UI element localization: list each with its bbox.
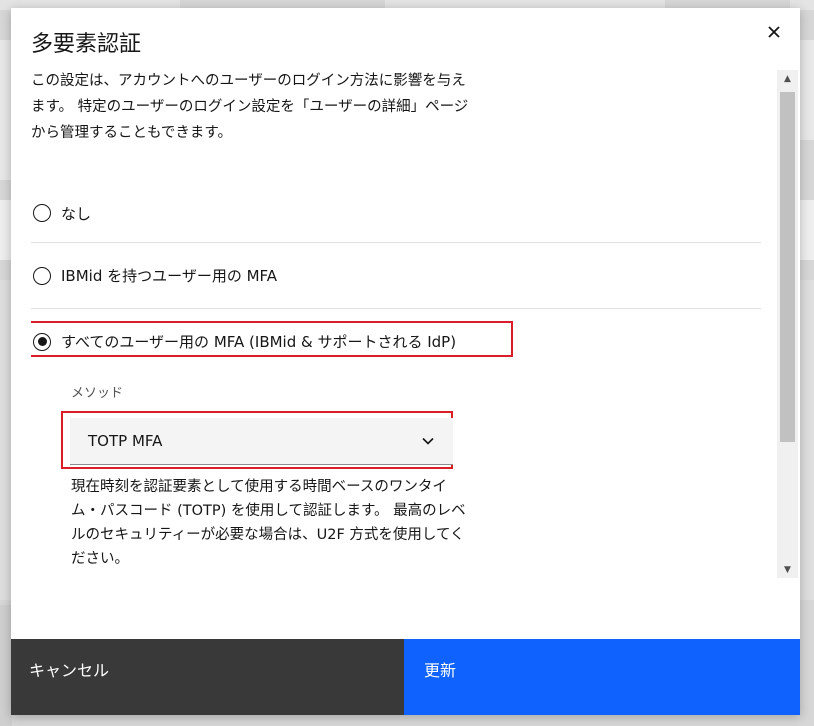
radio-button-selected[interactable] xyxy=(33,332,51,351)
update-button[interactable]: 更新 xyxy=(404,639,800,715)
background-fragment xyxy=(800,200,814,260)
radio-option-ibmid-mfa[interactable]: IBMid を持つユーザー用の MFA xyxy=(31,243,761,309)
radio-label: IBMid を持つユーザー用の MFA xyxy=(61,267,278,285)
mfa-modal: 多要素認証 この設定は、アカウントへのユーザーのログイン方法に影響を与えます。 … xyxy=(11,8,800,715)
method-help-text: 現在時刻を認証要素として使用する時間ベースのワンタイム・パスコード (TOTP)… xyxy=(71,479,466,567)
modal-title: 多要素認証 xyxy=(31,32,142,57)
scrollbar[interactable]: ▲ ▼ xyxy=(777,70,798,578)
close-icon xyxy=(768,26,780,38)
chevron-down-icon xyxy=(422,437,434,445)
modal-description: この設定は、アカウントへのユーザーのログイン方法に影響を与えます。 特定のユーザ… xyxy=(31,73,469,141)
method-label: メソッド xyxy=(71,386,124,401)
scroll-thumb[interactable] xyxy=(780,92,795,442)
radio-dot xyxy=(37,337,47,346)
radio-label: すべてのユーザー用の MFA (IBMid & サポートされる IdP) xyxy=(61,333,457,351)
close-button[interactable] xyxy=(762,20,786,44)
method-select-highlight: TOTP MFA xyxy=(61,411,453,469)
radio-option-all-users-mfa[interactable]: すべてのユーザー用の MFA (IBMid & サポートされる IdP) xyxy=(31,309,761,374)
modal-footer: キャンセル 更新 xyxy=(11,639,800,715)
background-fragment xyxy=(800,40,814,140)
radio-button[interactable] xyxy=(33,266,51,285)
radio-option-none[interactable]: なし xyxy=(31,184,761,243)
scroll-up-arrow[interactable]: ▲ xyxy=(777,70,798,87)
scroll-down-arrow[interactable]: ▼ xyxy=(777,561,798,578)
radio-label: なし xyxy=(61,204,92,223)
modal-content: この設定は、アカウントへのユーザーのログイン方法に影響を与えます。 特定のユーザ… xyxy=(31,68,761,586)
method-select-value: TOTP MFA xyxy=(88,432,163,450)
cancel-button[interactable]: キャンセル xyxy=(11,639,404,715)
method-select[interactable]: TOTP MFA xyxy=(70,418,453,465)
background-fragment xyxy=(800,280,814,600)
radio-button[interactable] xyxy=(33,204,51,222)
